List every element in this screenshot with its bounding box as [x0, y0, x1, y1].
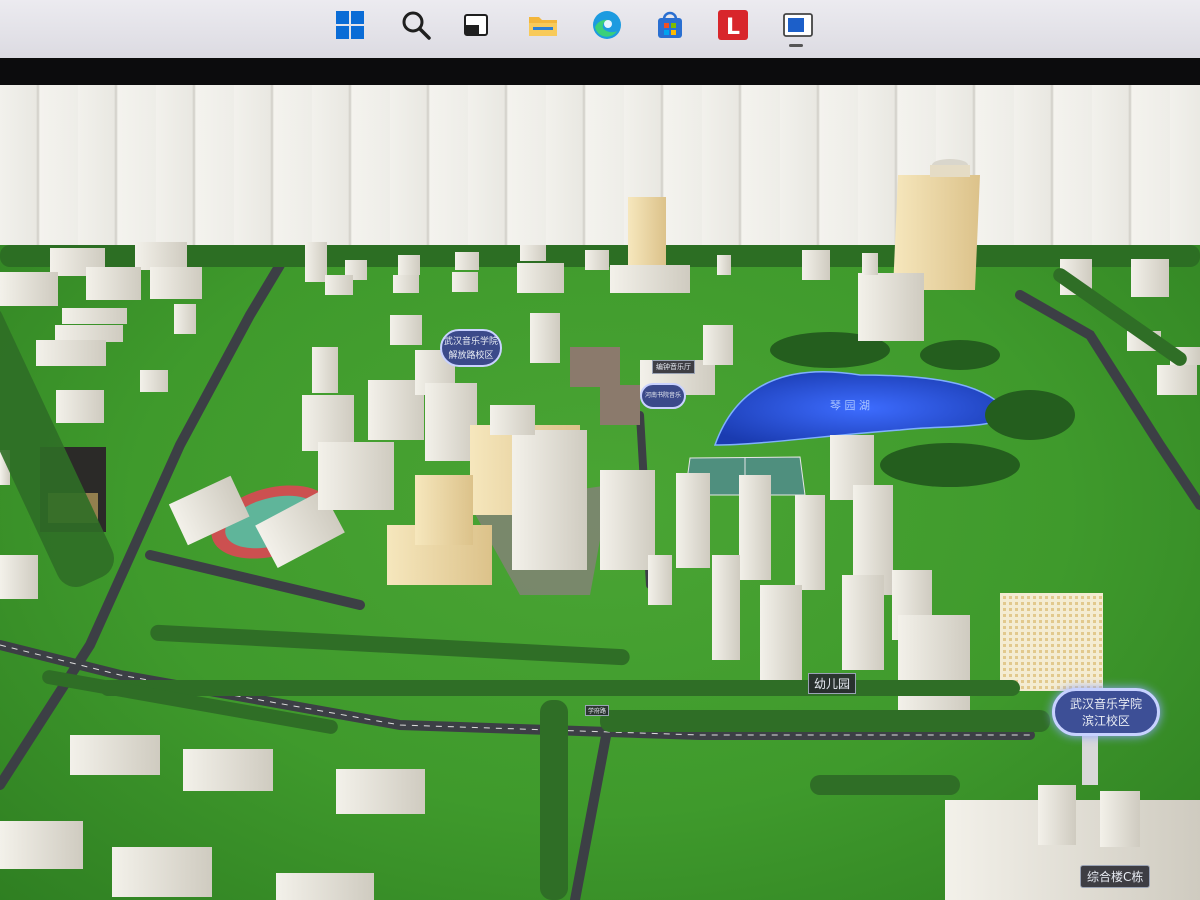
red-l-app-glyph: L — [726, 15, 740, 40]
sign-liberation-campus: 武汉音乐学院 解放路校区 — [440, 329, 502, 367]
active-window-icon[interactable] — [782, 9, 814, 41]
sign-liberation-line1: 武汉音乐学院 — [443, 337, 498, 347]
lake-label: 琴 园 湖 — [830, 399, 870, 412]
tower-back-right — [893, 159, 980, 290]
sign-music-hall: 河南书院音乐 — [640, 383, 686, 409]
red-l-app-icon[interactable]: L — [717, 9, 749, 41]
sign-binjiang-campus: 武汉音乐学院 滨江校区 — [1052, 688, 1160, 736]
microsoft-store-icon[interactable] — [654, 9, 686, 41]
taskbar: L — [0, 0, 1200, 58]
sign-complex-building: 综合楼C栋 — [1080, 865, 1151, 888]
sign-binjiang-line1: 武汉音乐学院 — [1069, 697, 1142, 711]
sign-kindergarten: 幼儿园 — [808, 673, 857, 694]
sign-liberation-line2: 解放路校区 — [448, 351, 494, 361]
monitor-bezel — [0, 58, 1200, 85]
sign-binjiang-line2: 滨江校区 — [1081, 714, 1130, 728]
windows-start-icon[interactable] — [334, 9, 366, 41]
sign-road: 学府路 — [585, 705, 610, 716]
file-explorer-icon[interactable] — [527, 9, 559, 41]
model-drawing: 琴 园 湖 — [0, 159, 1200, 900]
active-window-indicator — [789, 44, 803, 47]
campus-model-scene: 琴 园 湖 武汉音乐学院 解放路校区 编钟音乐厅 河南书院音乐 幼儿园 武汉音乐… — [0, 85, 1200, 900]
sign-concert-hall: 编钟音乐厅 — [652, 360, 695, 374]
building-lakeside — [858, 273, 924, 341]
edge-browser-icon[interactable] — [591, 9, 623, 41]
building-right-lit — [1000, 593, 1103, 691]
search-icon[interactable] — [400, 9, 432, 41]
task-view-icon[interactable] — [461, 9, 493, 41]
